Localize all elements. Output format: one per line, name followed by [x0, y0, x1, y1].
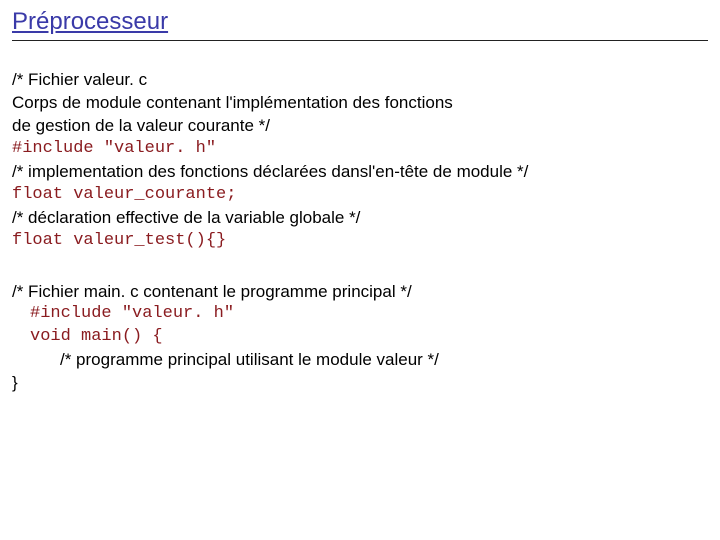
code-block-1: /* Fichier valeur. c Corps de module con… — [12, 69, 708, 253]
slide-title: Préprocesseur — [12, 8, 708, 41]
code-line: void main() { — [12, 326, 708, 349]
code-line: /* programme principal utilisant le modu… — [12, 349, 708, 372]
code-line: #include "valeur. h" — [12, 303, 708, 326]
code-line: #include "valeur. h" — [12, 138, 708, 161]
code-line: /* Fichier valeur. c — [12, 69, 708, 92]
code-line: Corps de module contenant l'implémentati… — [12, 92, 708, 115]
code-line: float valeur_test(){} — [12, 230, 708, 253]
code-line: de gestion de la valeur courante */ — [12, 115, 708, 138]
code-block-2: /* Fichier main. c contenant le programm… — [12, 281, 708, 396]
code-line: /* déclaration effective de la variable … — [12, 207, 708, 230]
code-line: /* Fichier main. c contenant le programm… — [12, 281, 708, 304]
code-line: /* implementation des fonctions déclarée… — [12, 161, 708, 184]
code-line: float valeur_courante; — [12, 184, 708, 207]
code-line: } — [12, 372, 708, 395]
